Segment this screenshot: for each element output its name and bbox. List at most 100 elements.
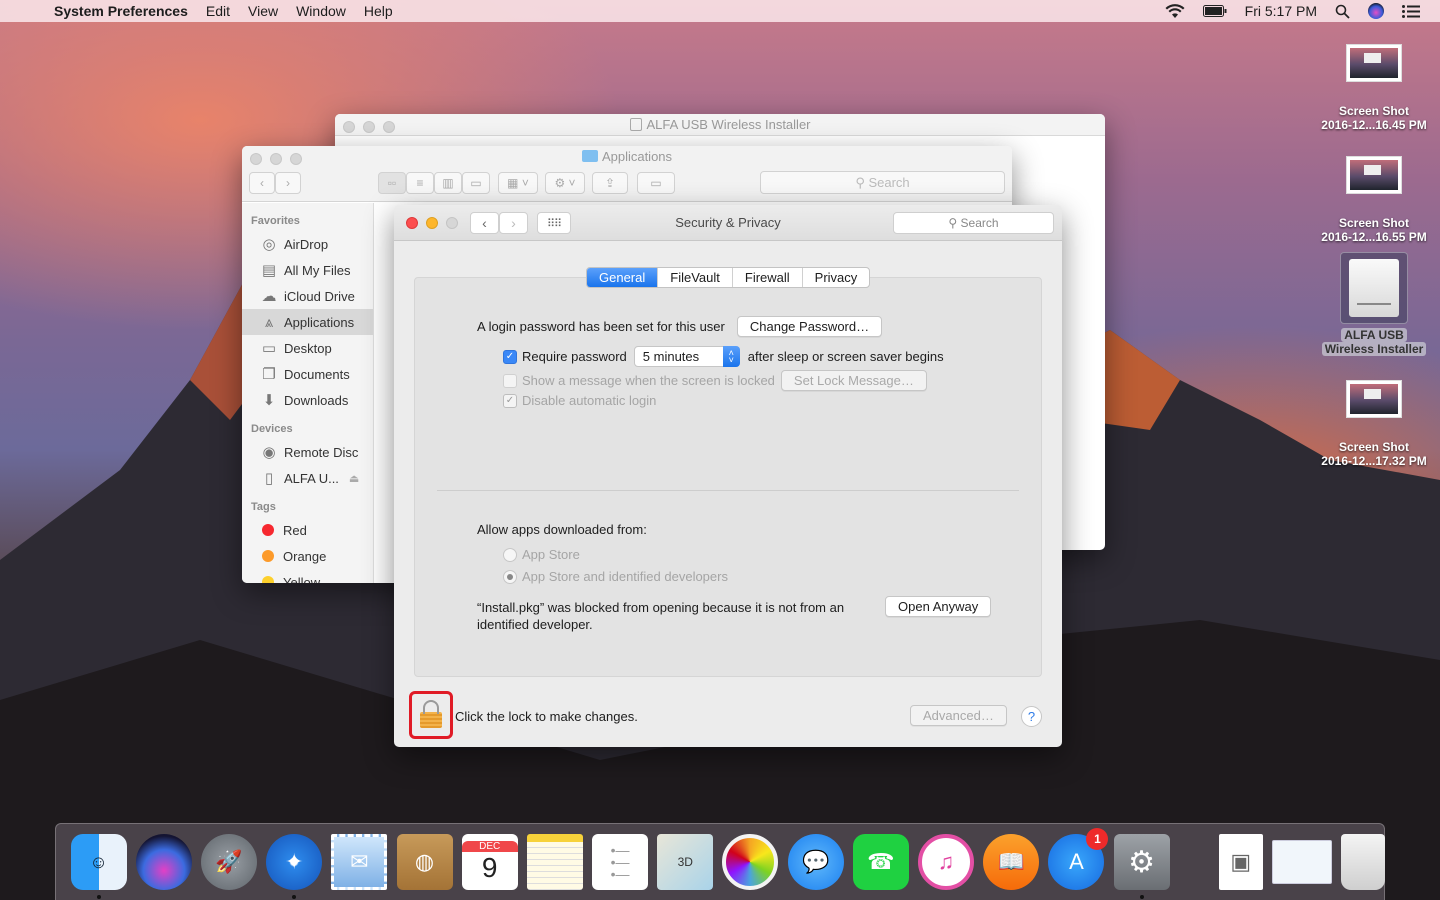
sidebar-item-tag-yellow[interactable]: Yellow xyxy=(242,569,373,583)
open-anyway-button[interactable]: Open Anyway xyxy=(885,596,992,617)
battery-icon[interactable] xyxy=(1202,5,1227,17)
window-titlebar[interactable]: ‹ › ⠿⠿ Security & Privacy ⚲ Search xyxy=(394,205,1062,241)
sidebar-item-airdrop[interactable]: ◎ AirDrop xyxy=(242,231,373,257)
lock-hint-text: Click the lock to make changes. xyxy=(455,709,638,724)
sidebar-item-tag-red[interactable]: Red xyxy=(242,517,373,543)
disable-autologin-checkbox[interactable]: ✓ xyxy=(503,393,517,408)
security-privacy-window[interactable]: ‹ › ⠿⠿ Security & Privacy ⚲ Search Gener… xyxy=(394,205,1062,747)
list-view-button[interactable]: ≡ xyxy=(406,172,434,194)
desktop-icon-label: Screen Shot xyxy=(1338,440,1410,454)
dock-trash-icon[interactable] xyxy=(1341,834,1386,890)
sidebar-item-applications[interactable]: ⩓ Applications xyxy=(242,309,373,335)
dock-contacts-icon[interactable]: ◍ xyxy=(396,834,453,890)
screenshot-thumbnail-icon xyxy=(1346,380,1402,418)
calendar-month: DEC xyxy=(461,840,518,852)
help-button[interactable]: ? xyxy=(1021,706,1042,727)
sidebar-item-desktop[interactable]: ▭ Desktop xyxy=(242,335,373,361)
show-message-checkbox[interactable] xyxy=(503,373,517,388)
sidebar-item-downloads[interactable]: ⬇ Downloads xyxy=(242,387,373,413)
lock-button[interactable] xyxy=(409,691,453,739)
dock-system-preferences-icon[interactable]: ⚙ xyxy=(1113,834,1170,899)
clock[interactable]: Fri 5:17 PM xyxy=(1245,3,1317,19)
desktop-icon-screenshot-3[interactable]: Screen Shot 2016-12...17.32 PM xyxy=(1314,380,1434,468)
tag-button[interactable]: ▭ xyxy=(637,172,675,194)
dock-reminders-icon[interactable]: •— •— •— xyxy=(592,834,649,890)
dock-safari-document-icon[interactable] xyxy=(1271,840,1332,884)
dock-siri-icon[interactable] xyxy=(135,834,192,890)
sidebar-header-favorites: Favorites xyxy=(251,215,300,227)
menu-view[interactable]: View xyxy=(248,3,278,19)
sidebar-item-label: Red xyxy=(283,522,307,538)
sidebar-item-label: Downloads xyxy=(284,392,349,408)
sidebar-item-remote-disc[interactable]: ◉ Remote Disc xyxy=(242,439,373,465)
notification-center-icon[interactable] xyxy=(1402,4,1420,18)
action-gear-button[interactable]: ⚙ ˅ xyxy=(545,172,585,194)
require-password-checkbox[interactable]: ✓ xyxy=(503,349,517,364)
dock-itunes-icon[interactable]: ♫ xyxy=(918,834,975,890)
desktop-icon-label: Screen Shot xyxy=(1338,216,1410,230)
airdrop-icon: ◎ xyxy=(262,236,276,253)
tab-filevault[interactable]: FileVault xyxy=(657,268,732,287)
external-drive-icon xyxy=(1340,252,1408,324)
menu-app-name[interactable]: System Preferences xyxy=(54,3,188,19)
sidebar-item-all-my-files[interactable]: ▤ All My Files xyxy=(242,257,373,283)
column-view-button[interactable]: ▥ xyxy=(434,172,462,194)
eject-icon[interactable]: ⏏ xyxy=(349,472,359,485)
window-title: ALFA USB Wireless Installer xyxy=(335,114,1105,136)
dock-messages-icon[interactable]: 💬 xyxy=(787,834,844,890)
sidebar-item-label: Applications xyxy=(284,314,355,330)
menu-help[interactable]: Help xyxy=(364,3,393,19)
tab-firewall[interactable]: Firewall xyxy=(731,268,802,287)
tab-privacy[interactable]: Privacy xyxy=(801,268,870,287)
coverflow-view-button[interactable]: ▭ xyxy=(462,172,490,194)
forward-button[interactable]: › xyxy=(275,172,301,194)
drive-icon: ▯ xyxy=(264,470,274,487)
preferences-search-field[interactable]: ⚲ Search xyxy=(893,212,1054,234)
sidebar-item-documents[interactable]: ❐ Documents xyxy=(242,361,373,387)
desktop-icon-label: Screen Shot xyxy=(1338,104,1410,118)
sidebar-item-alfa-drive[interactable]: ▯ ALFA U... ⏏ xyxy=(242,465,373,491)
dock-maps-icon[interactable]: 3D xyxy=(657,834,714,890)
spotlight-search-icon[interactable] xyxy=(1335,4,1350,19)
share-button[interactable]: ⇪ xyxy=(592,172,628,194)
all-files-icon: ▤ xyxy=(261,262,277,279)
wifi-icon[interactable] xyxy=(1165,3,1185,19)
change-password-button[interactable]: Change Password… xyxy=(736,316,883,337)
desktop-icon-label: 2016-12...17.32 PM xyxy=(1321,454,1427,468)
dock-mail-icon[interactable]: ✉ xyxy=(331,834,388,890)
disable-autologin-label: Disable automatic login xyxy=(522,393,657,408)
dock-safari-icon[interactable]: ✦ xyxy=(266,834,323,899)
back-button[interactable]: ‹ xyxy=(249,172,275,194)
window-titlebar[interactable]: ALFA USB Wireless Installer xyxy=(335,114,1105,136)
tab-general[interactable]: General xyxy=(587,268,658,287)
dock-app-store-icon[interactable]: A1 xyxy=(1048,828,1109,890)
finder-search-field[interactable]: ⚲ Search xyxy=(760,171,1005,194)
cloud-icon: ☁ xyxy=(261,288,277,305)
radio-app-store[interactable] xyxy=(503,547,517,562)
menu-edit[interactable]: Edit xyxy=(206,3,230,19)
dock-photos-icon[interactable] xyxy=(722,834,779,890)
chevron-updown-icon: ˄ ˅ xyxy=(722,346,740,367)
dock-calendar-icon[interactable]: DEC 9 xyxy=(461,834,518,890)
sidebar-item-label: AirDrop xyxy=(284,236,329,252)
dock-notes-icon[interactable] xyxy=(526,834,583,890)
icon-view-button[interactable]: ▫▫ xyxy=(378,172,406,194)
sidebar-item-icloud-drive[interactable]: ☁ iCloud Drive xyxy=(242,283,373,309)
desktop-icon-screenshot-1[interactable]: Screen Shot 2016-12...16.45 PM xyxy=(1314,44,1434,132)
dock-finder-icon[interactable]: ☺ xyxy=(70,834,127,899)
password-delay-select[interactable]: 5 minutes ˄ ˅ xyxy=(633,346,740,367)
desktop-icon-screenshot-2[interactable]: Screen Shot 2016-12...16.55 PM xyxy=(1314,156,1434,244)
dock-facetime-icon[interactable]: ☎ xyxy=(852,834,909,890)
radio-app-store-identified[interactable] xyxy=(503,569,517,584)
sidebar-item-tag-orange[interactable]: Orange xyxy=(242,543,373,569)
dock-launchpad-icon[interactable]: 🚀 xyxy=(200,834,257,890)
advanced-button[interactable]: Advanced… xyxy=(910,705,1007,726)
dock-ibooks-icon[interactable]: 📖 xyxy=(983,834,1040,890)
desktop-icon-alfa-drive[interactable]: ALFA USB Wireless Installer xyxy=(1314,252,1434,356)
siri-icon[interactable] xyxy=(1368,3,1384,19)
dock-installer-package-icon[interactable]: ▣ xyxy=(1218,834,1263,890)
arrange-button[interactable]: ▦ ˅ xyxy=(498,172,538,194)
screenshot-thumbnail-icon xyxy=(1346,156,1402,194)
set-lock-message-button[interactable]: Set Lock Message… xyxy=(780,370,927,391)
menu-window[interactable]: Window xyxy=(296,3,346,19)
